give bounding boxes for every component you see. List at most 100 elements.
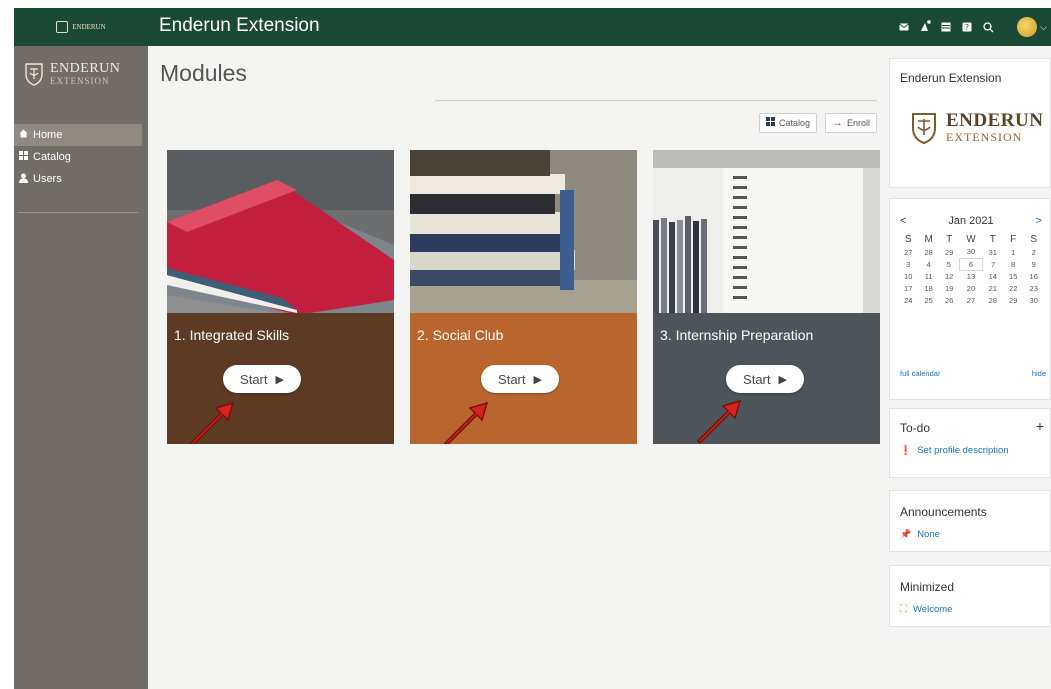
calendar-day[interactable]: 27 bbox=[959, 294, 982, 306]
enroll-button[interactable]: → Enroll bbox=[824, 113, 877, 133]
start-button[interactable]: Start ▶ bbox=[223, 365, 301, 393]
sidebar-item-users[interactable]: Users bbox=[14, 168, 148, 190]
start-button-label: Start bbox=[743, 371, 771, 387]
calendar-day[interactable]: 12 bbox=[939, 270, 959, 282]
module-card-social-club[interactable]: 2. Social Club Start ▶ bbox=[410, 150, 637, 444]
red-arrow-annotation bbox=[443, 401, 489, 444]
calendar-day[interactable]: 3 bbox=[898, 258, 918, 270]
chevron-down-icon[interactable]: ⌵ bbox=[1040, 22, 1047, 33]
weekday-label: W bbox=[966, 233, 976, 245]
hide-calendar-link[interactable]: hide bbox=[1032, 369, 1046, 378]
search-icon[interactable] bbox=[982, 21, 994, 33]
calendar-day[interactable]: 24 bbox=[898, 294, 918, 306]
calendar-day[interactable]: 21 bbox=[983, 282, 1003, 294]
todo-item[interactable]: ❗ Set profile description bbox=[900, 445, 1009, 456]
block-enderun-extension: Enderun Extension ENDERUN EXTENSION bbox=[889, 58, 1051, 188]
topbar-logo-text: ENDERUN bbox=[72, 22, 106, 31]
pin-icon: 📌 bbox=[900, 529, 912, 539]
calendar-day[interactable]: 17 bbox=[898, 282, 918, 294]
calendar-day[interactable]: 10 bbox=[898, 270, 918, 282]
calendar-day[interactable]: 7 bbox=[983, 258, 1003, 270]
calendar-day[interactable]: 16 bbox=[1023, 270, 1044, 282]
user-avatar[interactable] bbox=[1017, 17, 1038, 37]
calendar-day[interactable]: 2 bbox=[1023, 246, 1044, 258]
calendar-day[interactable]: 14 bbox=[983, 270, 1003, 282]
module-card-internship-preparation[interactable]: 3. Internship Preparation Start ▶ bbox=[653, 150, 880, 444]
mail-icon[interactable] bbox=[898, 21, 910, 33]
brand-name: ENDERUN bbox=[50, 61, 121, 76]
module-image bbox=[167, 150, 394, 313]
announcement-item[interactable]: 📌 None bbox=[900, 529, 940, 540]
weekday-label: S bbox=[904, 233, 912, 245]
calendar-day[interactable]: 8 bbox=[1003, 258, 1023, 270]
top-bar: ENDERUN Enderun Extension ? ⌵ bbox=[14, 8, 1051, 46]
calendar-day[interactable]: 29 bbox=[939, 246, 959, 258]
block-todo: To-do + ❗ Set profile description bbox=[889, 408, 1051, 478]
calendar-day[interactable]: 30 bbox=[959, 246, 982, 258]
sidebar: ENDERUN EXTENSION Home Catalog Users bbox=[14, 46, 148, 689]
calendar-day[interactable]: 27 bbox=[898, 246, 918, 258]
start-button-label: Start bbox=[498, 371, 526, 387]
home-icon bbox=[18, 129, 28, 141]
minimized-item[interactable]: ⛶ Welcome bbox=[900, 604, 952, 615]
calendar-footer: full calendar hide bbox=[900, 369, 1046, 378]
todo-item-label: Set profile description bbox=[917, 445, 1009, 456]
help-icon[interactable]: ? bbox=[961, 21, 973, 33]
calendar-day-today[interactable]: 6 bbox=[958, 257, 984, 271]
calendar-day[interactable]: 25 bbox=[918, 294, 938, 306]
calendar-icon[interactable] bbox=[940, 21, 952, 33]
sidebar-item-label: Users bbox=[33, 173, 62, 185]
calendar-day[interactable]: 19 bbox=[939, 282, 959, 294]
catalog-button[interactable]: Catalog bbox=[758, 113, 817, 133]
user-icon bbox=[18, 173, 28, 186]
module-card-integrated-skills[interactable]: 1. Integrated Skills Start ▶ bbox=[167, 150, 394, 444]
block-title: Enderun Extension bbox=[900, 71, 1002, 85]
app-title[interactable]: Enderun Extension bbox=[159, 15, 320, 37]
notification-icon[interactable] bbox=[919, 20, 931, 33]
play-icon: ▶ bbox=[275, 373, 284, 386]
logo-name: ENDERUN bbox=[946, 110, 1044, 132]
start-button[interactable]: Start ▶ bbox=[481, 365, 559, 393]
module-image bbox=[410, 150, 637, 313]
block-title: Minimized bbox=[900, 580, 955, 594]
calendar-day[interactable]: 30 bbox=[1023, 294, 1044, 306]
calendar-day[interactable]: 18 bbox=[918, 282, 938, 294]
module-title: 3. Internship Preparation bbox=[660, 327, 814, 343]
weekday-label: T bbox=[946, 233, 953, 245]
calendar-day[interactable]: 4 bbox=[918, 258, 938, 270]
add-todo-icon[interactable]: + bbox=[1036, 418, 1044, 434]
calendar-day[interactable]: 20 bbox=[959, 282, 982, 294]
calendar-day[interactable]: 29 bbox=[1003, 294, 1023, 306]
calendar-day[interactable]: 9 bbox=[1023, 258, 1044, 270]
calendar-day[interactable]: 5 bbox=[939, 258, 959, 270]
module-card-footer: 2. Social Club Start ▶ bbox=[410, 313, 637, 444]
weekday-label: S bbox=[1030, 233, 1038, 245]
start-button-label: Start bbox=[240, 371, 268, 387]
calendar-day[interactable]: 31 bbox=[983, 246, 1003, 258]
calendar-day[interactable]: 15 bbox=[1003, 270, 1023, 282]
full-calendar-link[interactable]: full calendar bbox=[900, 369, 940, 378]
play-icon: ▶ bbox=[778, 373, 787, 386]
calendar-day[interactable]: 26 bbox=[939, 294, 959, 306]
sidebar-item-home[interactable]: Home bbox=[14, 124, 142, 146]
calendar-day[interactable]: 28 bbox=[983, 294, 1003, 306]
calendar-next-icon[interactable]: > bbox=[1036, 215, 1042, 227]
calendar-day[interactable]: 28 bbox=[918, 246, 938, 258]
calendar-prev-icon[interactable]: < bbox=[900, 215, 906, 227]
calendar-day[interactable]: 1 bbox=[1003, 246, 1023, 258]
calendar-day[interactable]: 13 bbox=[959, 270, 982, 282]
topbar-logo[interactable]: ENDERUN bbox=[14, 8, 148, 46]
topbar-icons: ? ⌵ bbox=[898, 8, 1051, 46]
enderun-logo[interactable]: ENDERUN EXTENSION bbox=[910, 111, 1043, 145]
grid-icon bbox=[18, 151, 28, 163]
sidebar-item-catalog[interactable]: Catalog bbox=[14, 146, 148, 168]
page-title: Modules bbox=[160, 60, 247, 86]
calendar-day[interactable]: 23 bbox=[1023, 282, 1044, 294]
crest-icon bbox=[56, 21, 69, 33]
module-title: 2. Social Club bbox=[417, 327, 504, 343]
crest-icon bbox=[25, 63, 43, 87]
sidebar-brand[interactable]: ENDERUN EXTENSION bbox=[24, 62, 120, 87]
play-icon: ▶ bbox=[533, 373, 542, 386]
calendar-day[interactable]: 22 bbox=[1003, 282, 1023, 294]
calendar-day[interactable]: 11 bbox=[918, 270, 938, 282]
